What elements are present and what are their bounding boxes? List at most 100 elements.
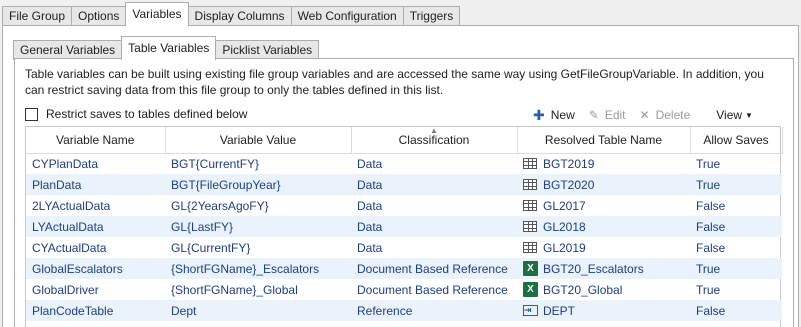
tab-picklist-variables[interactable]: Picklist Variables xyxy=(215,40,320,60)
grid-header-row: Variable Name Variable Value ▲ Classific… xyxy=(26,126,783,154)
reference-icon: ⇥ xyxy=(523,305,538,316)
cell-allow-saves: True xyxy=(690,258,782,279)
table-variables-grid: Variable Name Variable Value ▲ Classific… xyxy=(25,126,783,327)
edit-label: Edit xyxy=(604,108,626,122)
cell-variable-name: LYActualData xyxy=(26,216,165,237)
column-header-resolved-table-name[interactable]: Resolved Table Name xyxy=(517,127,691,154)
cell-resolved-table-name: GL2019 xyxy=(517,237,690,258)
tab-triggers[interactable]: Triggers xyxy=(402,6,461,26)
tab-general-variables[interactable]: General Variables xyxy=(13,40,123,60)
cell-allow-saves: False xyxy=(690,300,782,321)
delete-label: Delete xyxy=(655,108,691,122)
plus-icon: ✚ xyxy=(533,106,545,123)
resolved-table-label: GL2017 xyxy=(543,198,586,213)
cell-variable-value: Dept xyxy=(165,300,351,321)
column-header-classification[interactable]: ▲ Classification xyxy=(351,126,518,154)
restrict-saves-label: Restrict saves to tables defined below xyxy=(46,107,248,121)
column-header-allow-saves[interactable]: Allow Saves xyxy=(690,127,783,154)
tab-table-variables[interactable]: Table Variables xyxy=(121,36,217,60)
cell-variable-name: GlobalDriver xyxy=(32,282,99,297)
edit-button[interactable]: ✎ Edit xyxy=(589,108,626,122)
table-row[interactable]: GlobalDriver {ShortFGName}_Global Document… xyxy=(26,279,782,300)
cell-variable-name: PlanData xyxy=(26,174,165,195)
cell-resolved-table-name: BGT2019 xyxy=(517,153,690,174)
cell-classification: Document Based Reference xyxy=(351,258,517,279)
table-row[interactable]: PlanCodeTable Dept Reference ⇥ DEPT False xyxy=(26,300,782,321)
resolved-table-label: BGT2019 xyxy=(543,156,595,171)
tab-display-columns[interactable]: Display Columns xyxy=(187,6,292,26)
cell-classification: Data xyxy=(357,240,383,255)
cell-resolved-table-name: BGT2020 xyxy=(517,174,690,195)
cell-classification: Document Based Reference xyxy=(357,282,508,297)
cell-allow-saves: False xyxy=(696,198,726,213)
description-text: Table variables can be built using exist… xyxy=(25,67,764,97)
restrict-saves-option[interactable]: Restrict saves to tables defined below xyxy=(25,107,247,121)
resolved-table-label: BGT20_Global xyxy=(543,282,623,297)
table-icon xyxy=(523,158,537,170)
delete-button[interactable]: ✕ Delete xyxy=(640,108,691,122)
table-icon xyxy=(523,179,537,190)
table-row[interactable]: GlobalEscalators {ShortFGName}_Escalators… xyxy=(26,258,782,279)
pencil-icon: ✎ xyxy=(588,108,599,122)
cell-allow-saves: True xyxy=(696,282,721,297)
column-header-variable-name[interactable]: Variable Name xyxy=(26,127,166,154)
delete-x-icon: ✕ xyxy=(639,108,650,122)
new-button[interactable]: ✚ New xyxy=(533,107,575,124)
cell-variable-name: CYActualData xyxy=(32,240,107,255)
new-label: New xyxy=(550,108,575,122)
cell-variable-name: GlobalEscalators xyxy=(26,258,165,279)
cell-classification: Reference xyxy=(351,300,517,321)
cell-classification: Data xyxy=(357,156,383,171)
excel-icon: X xyxy=(523,261,538,276)
cell-variable-name: CYPlanData xyxy=(32,156,99,171)
table-row[interactable]: LYActualData GL{LastFY} Data GL2018 False xyxy=(26,216,782,237)
excel-icon: X xyxy=(523,282,538,297)
tab-variables[interactable]: Variables xyxy=(125,2,189,26)
resolved-table-label: DEPT xyxy=(543,303,576,318)
resolved-table-label: GL2018 xyxy=(543,219,586,234)
cell-variable-value: {ShortFGName}_Global xyxy=(171,282,298,297)
cell-variable-value: GL{CurrentFY} xyxy=(171,240,251,255)
table-icon xyxy=(523,242,537,253)
table-row[interactable]: PlanData BGT{FileGroupYear} Data BGT2020 Tru… xyxy=(26,174,782,195)
cell-variable-value: GL{2YearsAgoFY} xyxy=(171,198,269,213)
restrict-saves-checkbox[interactable] xyxy=(25,107,38,121)
table-row[interactable]: CYPlanData BGT{CurrentFY} Data BGT2019 True xyxy=(26,153,782,174)
cell-resolved-table-name: X BGT20_Escalators xyxy=(517,258,690,279)
cell-variable-value: GL{LastFY} xyxy=(165,216,351,237)
cell-variable-value: BGT{FileGroupYear} xyxy=(165,174,351,195)
column-header-variable-value[interactable]: Variable Value xyxy=(165,127,352,154)
top-tab-bar: File Group Options Variables Display Col… xyxy=(2,2,461,26)
table-variables-panel: Table variables can be built using exist… xyxy=(14,58,794,327)
cell-variable-value: BGT{CurrentFY} xyxy=(171,156,260,171)
cell-classification: Data xyxy=(351,174,517,195)
sub-tab-bar: General Variables Table Variables Pickli… xyxy=(13,36,320,60)
cell-variable-value: {ShortFGName}_Escalators xyxy=(165,258,351,279)
resolved-table-label: GL2019 xyxy=(543,240,586,255)
table-icon xyxy=(523,200,537,211)
table-icon xyxy=(523,221,537,232)
cell-allow-saves: True xyxy=(690,174,782,195)
view-dropdown[interactable]: View ▼ xyxy=(716,108,753,122)
cell-resolved-table-name: GL2017 xyxy=(517,195,690,216)
chevron-down-icon: ▼ xyxy=(745,110,753,120)
sort-ascending-icon: ▲ xyxy=(430,126,438,135)
cell-allow-saves: True xyxy=(696,156,721,171)
tab-options[interactable]: Options xyxy=(71,6,127,26)
resolved-table-label: BGT2020 xyxy=(543,177,595,192)
cell-classification: Data xyxy=(351,216,517,237)
cell-allow-saves: False xyxy=(696,240,726,255)
resolved-table-label: BGT20_Escalators xyxy=(543,261,644,276)
view-label: View xyxy=(716,108,743,122)
cell-resolved-table-name: ⇥ DEPT xyxy=(517,300,690,321)
table-row[interactable]: CYActualData GL{CurrentFY} Data GL2019 False xyxy=(26,237,782,258)
tab-web-configuration[interactable]: Web Configuration xyxy=(290,6,404,26)
cell-classification: Data xyxy=(357,198,383,213)
tab-file-group[interactable]: File Group xyxy=(2,6,73,26)
cell-resolved-table-name: GL2018 xyxy=(517,216,690,237)
cell-resolved-table-name: X BGT20_Global xyxy=(517,279,690,300)
cell-allow-saves: False xyxy=(690,216,782,237)
grid-toolbar: ✚ New ✎ Edit ✕ Delete View ▼ xyxy=(533,106,767,124)
table-row[interactable]: 2LYActualData GL{2YearsAgoFY} Data GL2017 Fa… xyxy=(26,195,782,216)
cell-variable-name: 2LYActualData xyxy=(32,198,111,213)
